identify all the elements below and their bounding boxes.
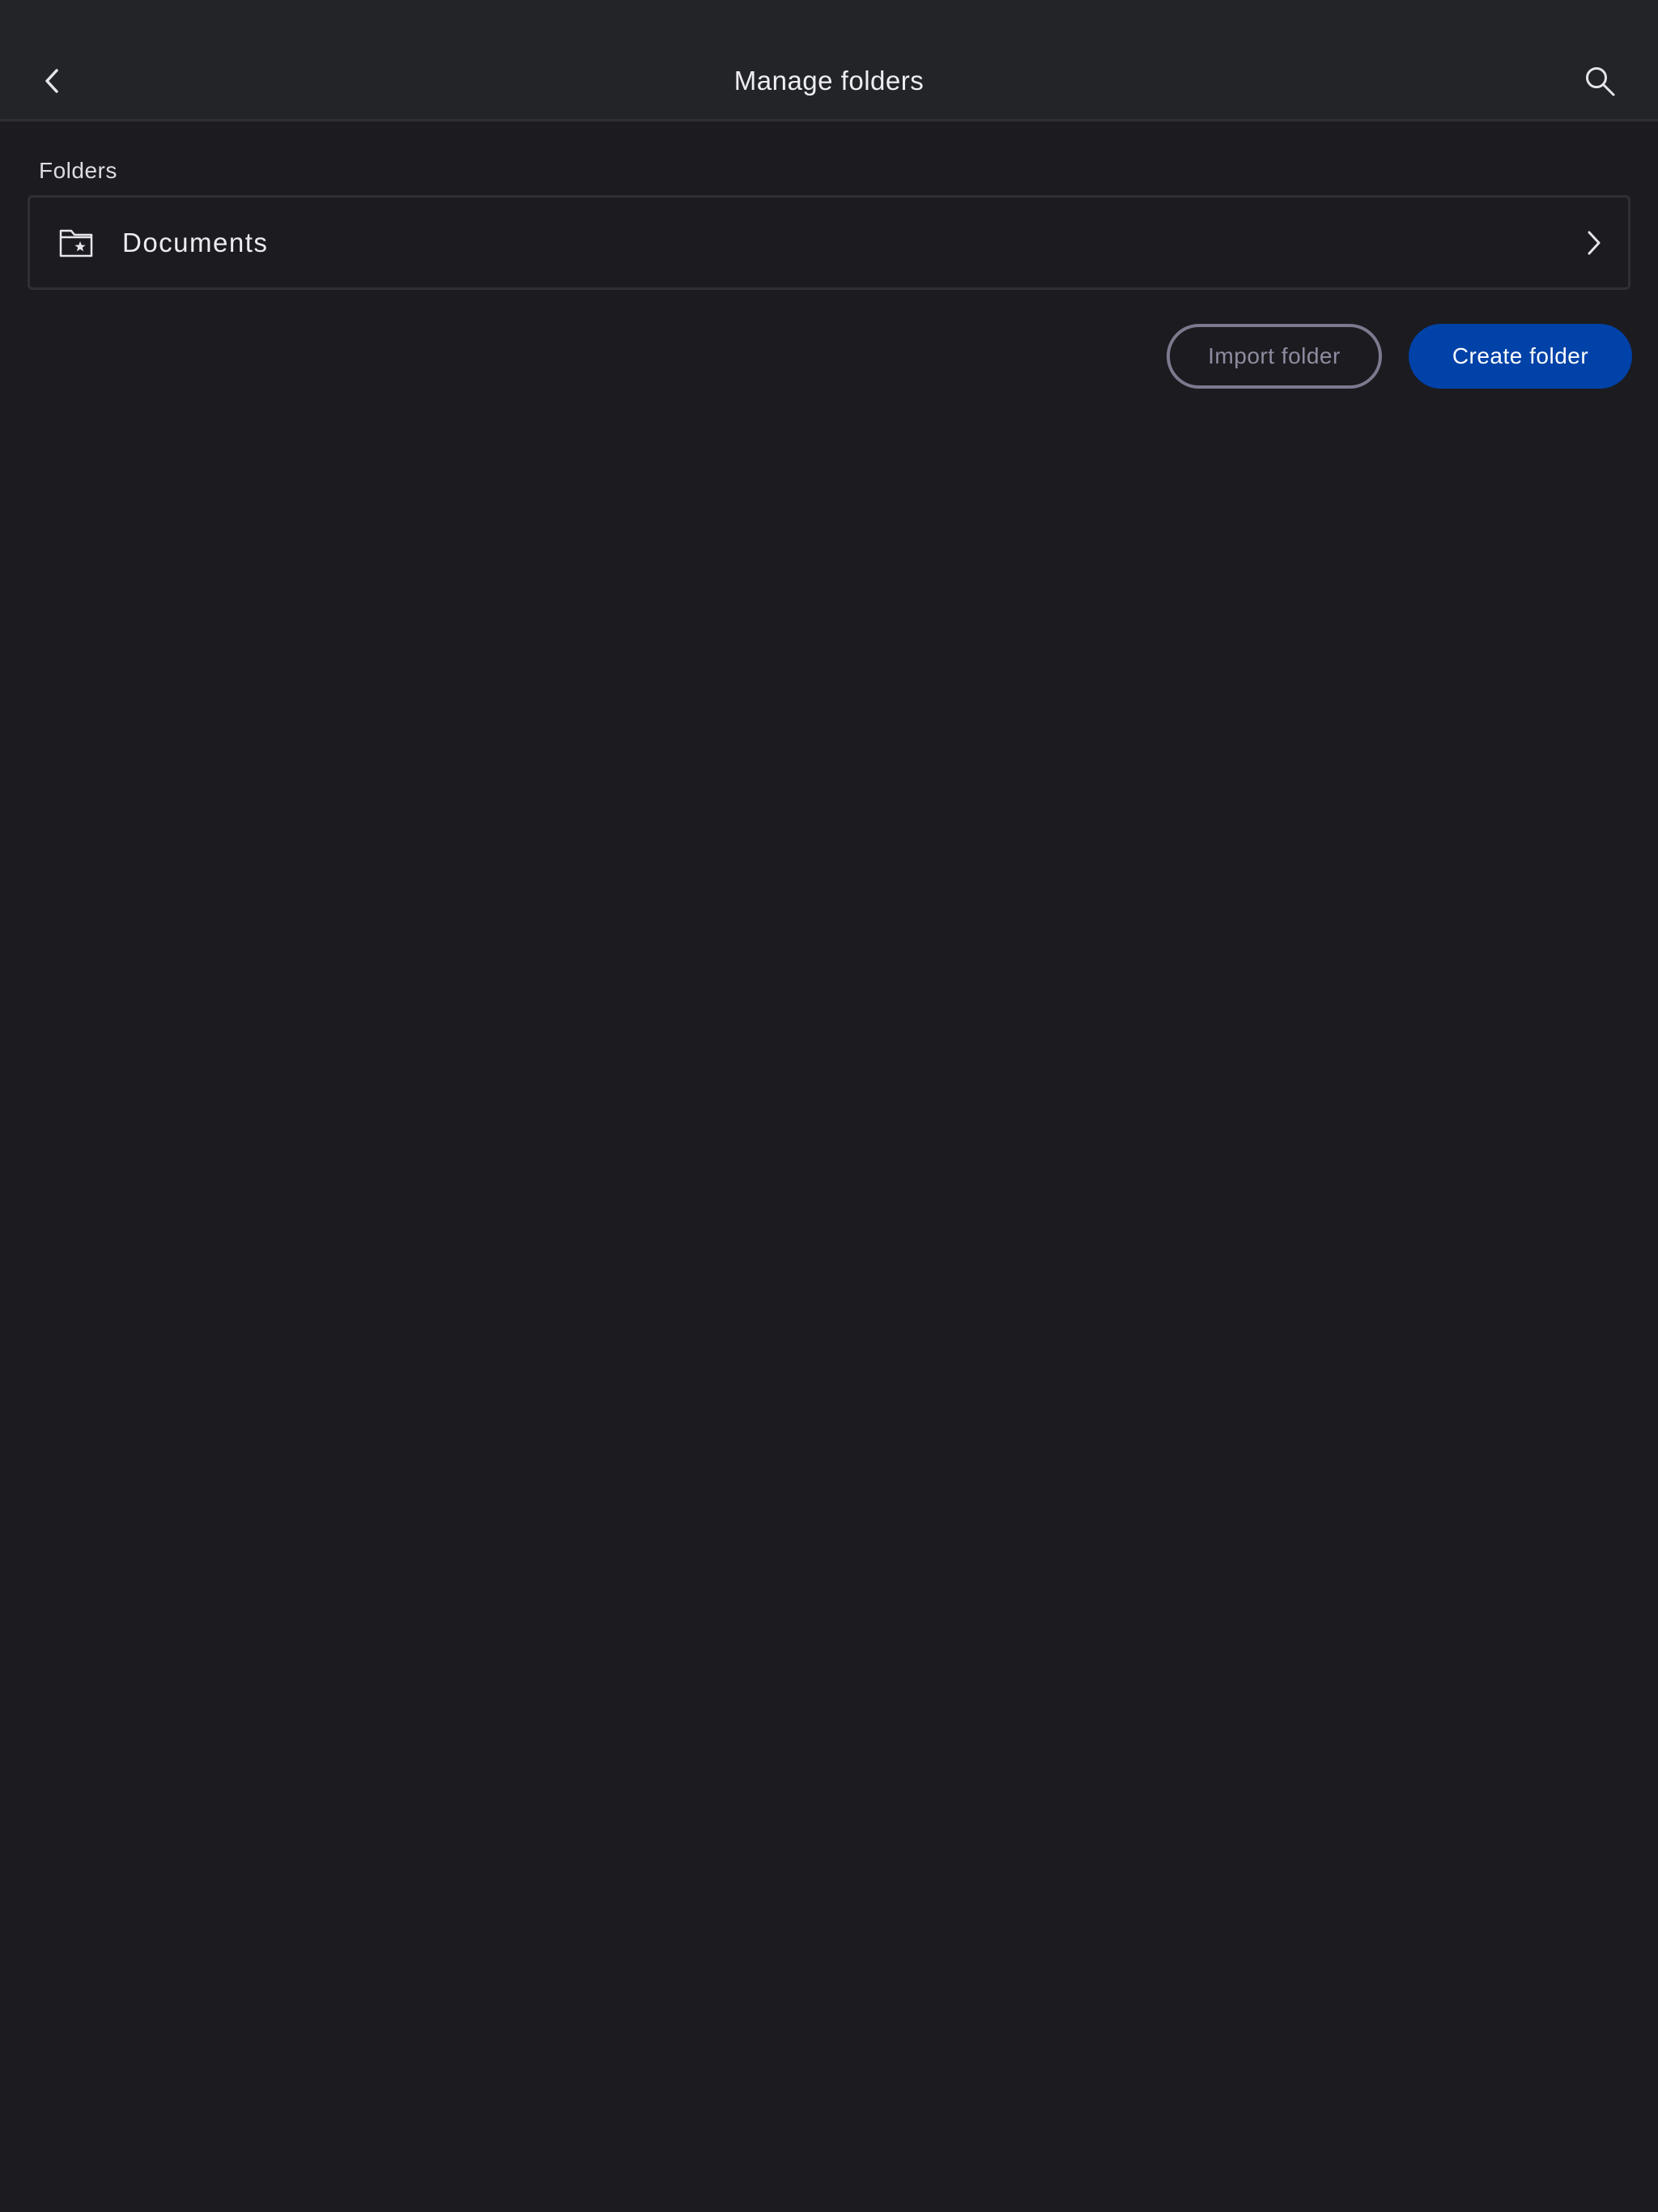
folder-list: Documents <box>28 195 1630 290</box>
top-bar: Manage folders <box>0 0 1658 121</box>
search-icon <box>1586 67 1615 96</box>
page-title: Manage folders <box>733 66 925 96</box>
search-button[interactable] <box>1574 55 1626 107</box>
folder-name: Documents <box>122 228 269 257</box>
import-folder-button[interactable]: Import folder <box>1167 324 1382 389</box>
chevron-right-icon <box>1588 231 1601 255</box>
folders-section-label: Folders <box>39 158 117 183</box>
folder-item-documents[interactable]: Documents <box>30 198 1628 287</box>
back-button[interactable] <box>29 52 74 110</box>
folder-star-icon <box>59 229 93 257</box>
chevron-left-icon <box>45 69 58 93</box>
create-folder-button[interactable]: Create folder <box>1409 324 1632 389</box>
